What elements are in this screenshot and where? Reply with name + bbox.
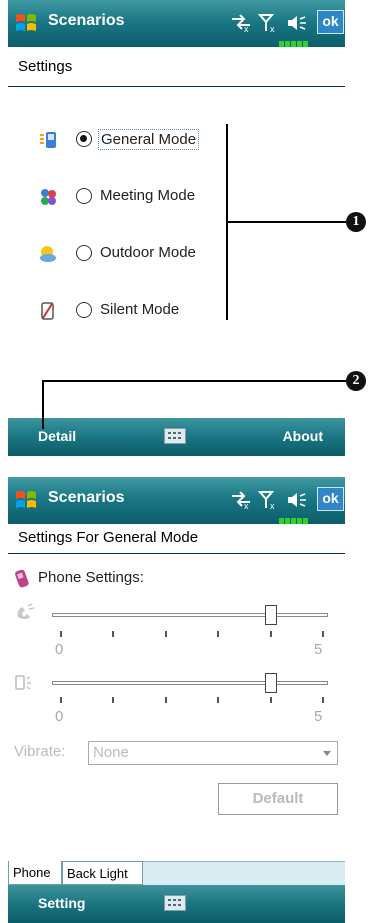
outdoor-mode-icon: [40, 246, 56, 262]
heading-divider: [8, 553, 345, 554]
about-softkey[interactable]: About: [283, 428, 323, 444]
heading-divider: [8, 86, 345, 87]
ringer-max-label: 5: [314, 641, 323, 658]
mode-option-general[interactable]: General Mode: [8, 125, 248, 155]
slider-tick: [60, 631, 62, 637]
slider-tick: [112, 697, 115, 703]
ringer-slider-track[interactable]: [52, 613, 328, 617]
callout-marker-1: 1: [346, 212, 366, 232]
tab-back-light[interactable]: Back Light: [62, 861, 143, 885]
signal-antenna-icon[interactable]: x: [258, 490, 278, 510]
slider-tick: [217, 631, 220, 637]
vibrate-select[interactable]: None: [88, 741, 338, 765]
volume-min-label: 0: [55, 708, 64, 725]
silent-mode-label[interactable]: Silent Mode: [98, 300, 181, 319]
keyboard-icon[interactable]: [164, 895, 186, 911]
signal-strength-bars: [279, 34, 309, 52]
default-button[interactable]: Default: [218, 783, 338, 815]
ok-button[interactable]: ok: [317, 10, 344, 34]
callout-marker-2: 2: [346, 371, 366, 391]
general-mode-icon: [40, 132, 56, 148]
dropdown-arrow-icon: [323, 751, 331, 756]
slider-tick: [164, 697, 167, 703]
meeting-mode-icon: [41, 189, 56, 205]
callout-1-leader: [226, 221, 346, 223]
slider-tick: [164, 631, 167, 637]
vibrate-select-value: None: [93, 744, 129, 761]
app-title: Scenarios: [48, 12, 125, 29]
vibrate-label: Vibrate:: [14, 743, 66, 760]
slider-tick: [269, 631, 272, 637]
connectivity-icon[interactable]: x: [230, 13, 252, 33]
speaker-muted-icon[interactable]: [286, 13, 308, 33]
slider-tick: [112, 631, 115, 637]
tab-bar: Phone Back Light: [8, 861, 345, 886]
soft-key-bar: Setting: [8, 885, 345, 923]
outdoor-mode-label[interactable]: Outdoor Mode: [98, 243, 198, 262]
scenarios-settings-screen: Scenarios x x ok Settings General Mode M…: [8, 0, 345, 456]
title-bar: Scenarios x x ok: [8, 0, 345, 47]
meeting-mode-label[interactable]: Meeting Mode: [98, 186, 197, 205]
silent-mode-icon: [41, 302, 54, 320]
title-bar: Scenarios x x ok: [8, 477, 345, 524]
ringer-icon: [17, 603, 35, 619]
phone-settings-icon: [15, 569, 29, 588]
soft-key-bar: Detail About: [8, 418, 345, 456]
mode-option-silent[interactable]: Silent Mode: [8, 296, 248, 326]
slider-tick: [60, 697, 62, 703]
signal-antenna-icon[interactable]: x: [258, 13, 278, 33]
mode-option-outdoor[interactable]: Outdoor Mode: [8, 239, 248, 269]
ringer-min-label: 0: [55, 641, 64, 658]
page-heading: Settings: [18, 58, 73, 75]
svg-text:x: x: [244, 24, 249, 33]
svg-text:x: x: [270, 501, 275, 510]
callout-2-leader-vertical: [42, 381, 44, 429]
page-heading: Settings For General Mode: [18, 529, 199, 546]
volume-slider-track[interactable]: [52, 681, 328, 685]
svg-text:x: x: [270, 24, 275, 33]
slider-tick: [322, 631, 324, 637]
mode-option-meeting[interactable]: Meeting Mode: [8, 182, 248, 212]
general-mode-radio[interactable]: [76, 131, 92, 147]
volume-slider-thumb[interactable]: [264, 673, 277, 693]
general-mode-settings-screen: Scenarios x x ok Settings For General Mo…: [8, 477, 345, 923]
start-menu-icon[interactable]: [14, 488, 38, 512]
general-mode-label[interactable]: General Mode: [98, 129, 200, 150]
ringer-slider-thumb[interactable]: [264, 605, 277, 625]
speaker-muted-icon[interactable]: [286, 490, 308, 510]
detail-softkey[interactable]: Detail: [38, 428, 76, 444]
setting-softkey[interactable]: Setting: [38, 895, 85, 911]
silent-mode-radio[interactable]: [76, 302, 92, 318]
phone-settings-label: Phone Settings:: [38, 569, 144, 586]
svg-text:x: x: [244, 501, 249, 510]
connectivity-icon[interactable]: x: [230, 490, 252, 510]
signal-strength-bars: [279, 511, 309, 529]
callout-2-leader-horizontal: [42, 380, 348, 382]
slider-tick: [269, 697, 272, 703]
slider-tick: [322, 697, 324, 703]
ok-button[interactable]: ok: [317, 487, 344, 511]
tab-phone[interactable]: Phone: [8, 861, 62, 885]
keyboard-icon[interactable]: [164, 428, 186, 444]
slider-tick: [217, 697, 220, 703]
volume-icon: [15, 675, 31, 690]
start-menu-icon[interactable]: [14, 11, 38, 35]
volume-max-label: 5: [314, 708, 323, 725]
outdoor-mode-radio[interactable]: [76, 245, 92, 261]
app-title: Scenarios: [48, 489, 125, 506]
meeting-mode-radio[interactable]: [76, 188, 92, 204]
